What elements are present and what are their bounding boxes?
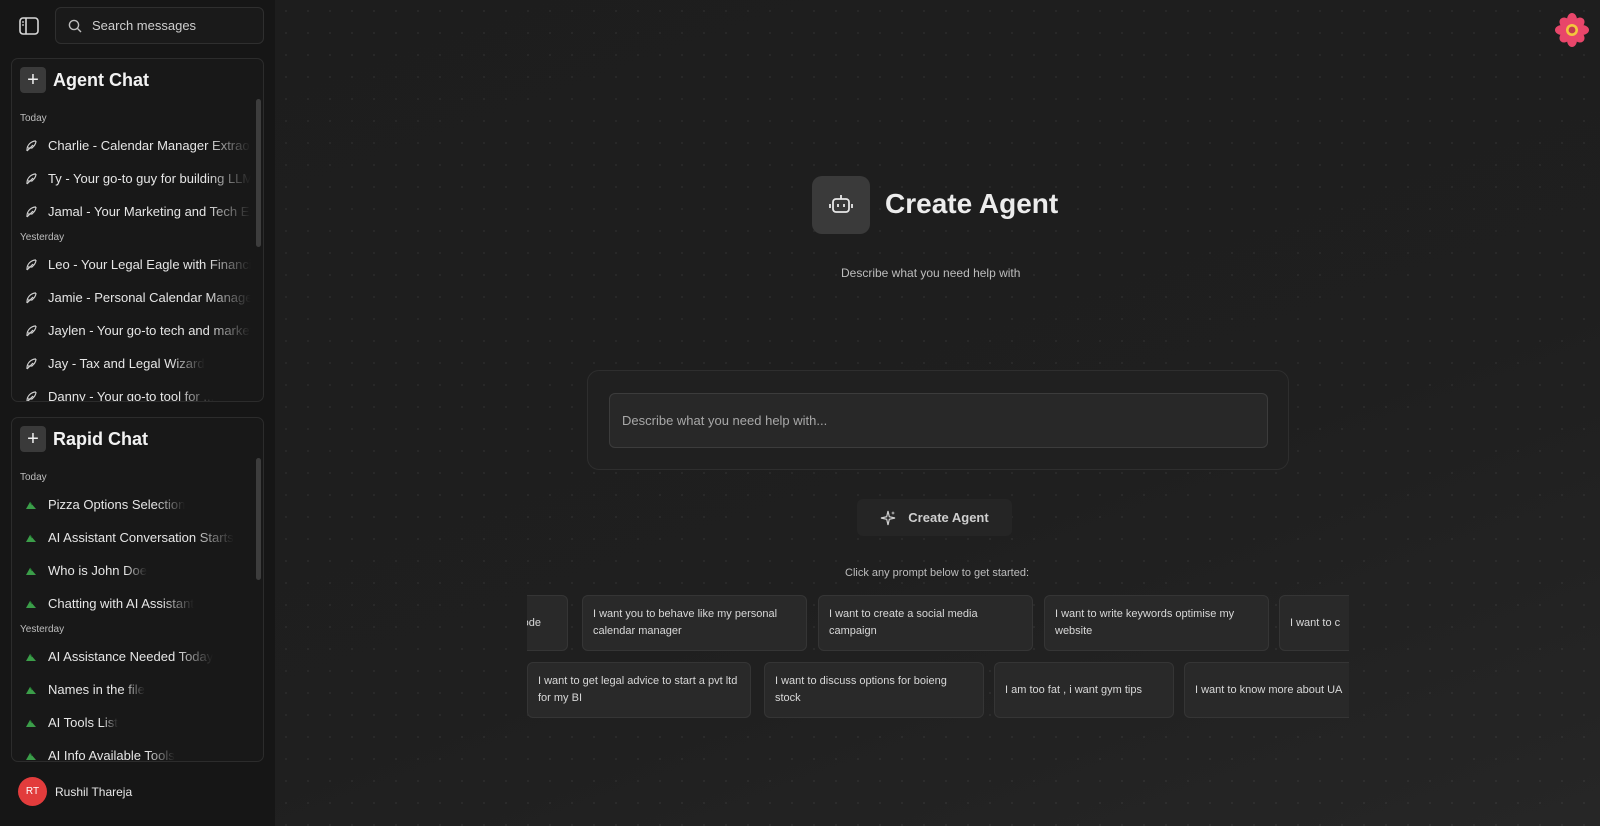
list-item-label: AI Info Available Tools bbox=[48, 748, 175, 762]
feather-icon bbox=[24, 139, 38, 153]
create-agent-button[interactable]: Create Agent bbox=[857, 499, 1012, 536]
list-item-label: Names in the file bbox=[48, 682, 145, 697]
feather-icon bbox=[24, 258, 38, 272]
list-item-label: Pizza Options Selection bbox=[48, 497, 186, 512]
chat-model-icon bbox=[24, 597, 38, 611]
chat-model-icon bbox=[24, 498, 38, 512]
prompt-chips-row-1: n code I want you to behave like my perso… bbox=[527, 595, 1349, 653]
chat-model-icon bbox=[24, 749, 38, 762]
list-item-label: Chatting with AI Assistant bbox=[48, 596, 194, 611]
group-label: Today bbox=[20, 113, 47, 124]
feather-icon bbox=[24, 390, 38, 401]
page-title: Create Agent bbox=[885, 188, 1059, 219]
list-item[interactable]: Leo - Your Legal Eagle with Financial bbox=[12, 248, 251, 281]
list-item[interactable]: AI Tools List bbox=[12, 706, 251, 739]
list-item[interactable]: Jamie - Personal Calendar Manager bbox=[12, 281, 251, 314]
search-icon bbox=[68, 19, 82, 33]
feather-icon bbox=[24, 205, 38, 219]
list-item-label: Leo - Your Legal Eagle with Financial bbox=[48, 257, 251, 272]
prompt-chip[interactable]: I want you to behave like my personal ca… bbox=[582, 595, 807, 651]
list-item-label: Jay - Tax and Legal Wizard bbox=[48, 356, 205, 371]
chat-model-icon bbox=[24, 564, 38, 578]
new-agent-chat-button[interactable]: + bbox=[20, 67, 46, 93]
prompt-chips-row-2: I want to get legal advice to start a pv… bbox=[527, 662, 1349, 720]
chat-model-icon bbox=[24, 531, 38, 545]
agent-list-scrollbar[interactable] bbox=[256, 99, 261, 247]
list-item-label: AI Assistant Conversation Starts bbox=[48, 530, 234, 545]
user-profile[interactable]: RT Rushil Thareja bbox=[18, 777, 132, 806]
avatar: RT bbox=[18, 777, 47, 806]
list-item[interactable]: AI Assistance Needed Today bbox=[12, 640, 251, 673]
agent-chat-list: Today Charlie - Calendar Manager Extraord… bbox=[12, 109, 251, 401]
list-item-label: Jamie - Personal Calendar Manager bbox=[48, 290, 251, 305]
feather-icon bbox=[24, 357, 38, 371]
prompt-hint: Click any prompt below to get started: bbox=[845, 567, 1030, 579]
chat-model-icon bbox=[24, 716, 38, 730]
create-agent-label: Create Agent bbox=[908, 510, 989, 525]
prompt-chip[interactable]: n code bbox=[527, 595, 568, 651]
rapid-list-scrollbar[interactable] bbox=[256, 458, 261, 580]
list-item-label: Jaylen - Your go-to tech and marketing bbox=[48, 323, 251, 338]
prompt-chip[interactable]: I want to discuss options for boieng sto… bbox=[764, 662, 984, 718]
sidebar-toggle-icon[interactable] bbox=[17, 14, 41, 38]
list-item[interactable]: Ty - Your go-to guy for building LLM bbox=[12, 162, 251, 195]
list-item[interactable]: Pizza Options Selection bbox=[12, 488, 251, 521]
feather-icon bbox=[24, 172, 38, 186]
list-item-label: Danny - Your go-to tool for ... bbox=[48, 389, 215, 402]
prompt-card bbox=[587, 370, 1289, 470]
app-logo-icon[interactable] bbox=[1554, 12, 1590, 48]
agent-chat-header: + Agent Chat bbox=[20, 67, 149, 93]
list-item[interactable]: AI Assistant Conversation Starts bbox=[12, 521, 251, 554]
feather-icon bbox=[24, 324, 38, 338]
group-label: Yesterday bbox=[20, 624, 65, 635]
rapid-chat-panel: + Rapid Chat Today Pizza Options Selectio… bbox=[11, 417, 264, 762]
list-item[interactable]: Charlie - Calendar Manager Extraordinair… bbox=[12, 129, 251, 162]
page-subtitle: Describe what you need help with bbox=[841, 266, 1021, 280]
group-label: Today bbox=[20, 472, 47, 483]
search-box[interactable]: Search messages bbox=[55, 7, 264, 44]
list-item[interactable]: Who is John Doe bbox=[12, 554, 251, 587]
chat-model-icon bbox=[24, 683, 38, 697]
list-item[interactable]: Names in the file bbox=[12, 673, 251, 706]
list-item[interactable]: Jamal - Your Marketing and Tech Expert bbox=[12, 195, 251, 228]
prompt-input[interactable] bbox=[609, 393, 1268, 448]
list-item-label: Charlie - Calendar Manager Extraordinair… bbox=[48, 138, 251, 153]
prompt-chip[interactable]: I want to write keywords optimise my web… bbox=[1044, 595, 1269, 651]
group-label: Yesterday bbox=[20, 232, 65, 243]
list-item[interactable]: Chatting with AI Assistant bbox=[12, 587, 251, 620]
prompt-chip[interactable]: I am too fat , i want gym tips bbox=[994, 662, 1174, 718]
search-input[interactable]: Search messages bbox=[92, 18, 196, 33]
list-item-label: AI Assistance Needed Today bbox=[48, 649, 214, 664]
list-item-label: Who is John Doe bbox=[48, 563, 147, 578]
list-item-label: AI Tools List bbox=[48, 715, 118, 730]
rapid-chat-header: + Rapid Chat bbox=[20, 426, 148, 452]
prompt-chip[interactable]: I want to create a social media campaign bbox=[818, 595, 1033, 651]
rapid-chat-list: Today Pizza Options Selection AI Assistant… bbox=[12, 468, 251, 761]
sidebar-top: Search messages bbox=[0, 0, 275, 56]
feather-icon bbox=[24, 291, 38, 305]
agent-chat-panel: + Agent Chat Today Charlie - Calendar Man… bbox=[11, 58, 264, 402]
prompt-chip[interactable]: I want to c bbox=[1279, 595, 1349, 651]
rapid-chat-title: Rapid Chat bbox=[53, 428, 149, 449]
list-item[interactable]: Danny - Your go-to tool for ... bbox=[12, 380, 251, 402]
user-name: Rushil Thareja bbox=[55, 784, 133, 799]
sidebar: Search messages + Agent Chat Today Charli… bbox=[0, 0, 275, 826]
list-item[interactable]: Jaylen - Your go-to tech and marketing bbox=[12, 314, 251, 347]
list-item-label: Jamal - Your Marketing and Tech Expert bbox=[48, 204, 251, 219]
prompt-chip[interactable]: I want to get legal advice to start a pv… bbox=[527, 662, 751, 718]
list-item-label: Ty - Your go-to guy for building LLM bbox=[48, 171, 251, 186]
agent-chat-title: Agent Chat bbox=[53, 69, 149, 90]
robot-icon bbox=[812, 176, 870, 234]
list-item[interactable]: Jay - Tax and Legal Wizard bbox=[12, 347, 251, 380]
sparkle-icon bbox=[880, 510, 896, 526]
prompt-chip[interactable]: I want to know more about UA bbox=[1184, 662, 1349, 718]
chat-model-icon bbox=[24, 650, 38, 664]
list-item[interactable]: AI Info Available Tools bbox=[12, 739, 251, 762]
new-rapid-chat-button[interactable]: + bbox=[20, 426, 46, 452]
